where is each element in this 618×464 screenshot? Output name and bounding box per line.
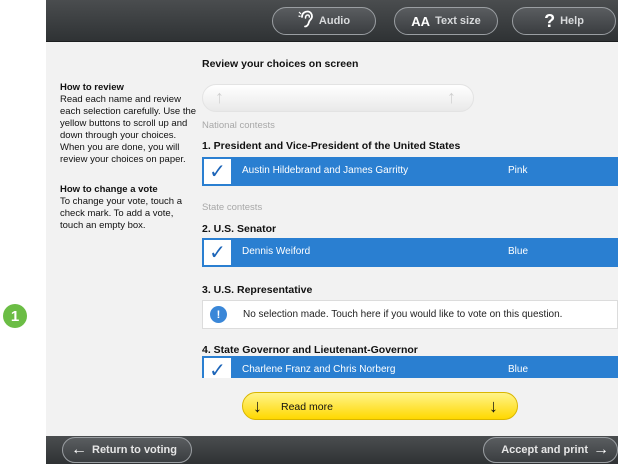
text-size-button[interactable]: AA Text size <box>394 7 498 35</box>
top-toolbar: Audio AA Text size ? Help <box>46 0 618 42</box>
party-name: Blue <box>508 364 529 375</box>
change-heading: How to change a vote <box>60 184 158 195</box>
no-selection-text: No selection made. Touch here if you wou… <box>243 309 563 320</box>
info-icon: ! <box>210 306 227 323</box>
check-mark-icon[interactable]: ✓ <box>204 159 231 184</box>
arrow-up-icon: ↑ <box>215 87 224 107</box>
text-size-label: Text size <box>435 15 481 27</box>
contest-title: 3. U.S. Representative <box>202 284 313 296</box>
help-button[interactable]: ? Help <box>512 7 616 35</box>
review-panel: Review your choices on screen ↑ ↑ Nation… <box>202 42 618 462</box>
question-mark-icon: ? <box>544 10 556 31</box>
review-text: Read each name and review each selection… <box>60 94 197 165</box>
read-more-button[interactable]: ↓ Read more ↓ <box>242 392 518 420</box>
arrow-left-icon: ← <box>71 441 87 458</box>
change-text: To change your vote, touch a check mark.… <box>60 196 182 231</box>
review-heading: How to review <box>60 82 124 93</box>
help-label: Help <box>560 15 584 27</box>
return-to-voting-button[interactable]: ← Return to voting <box>62 437 192 463</box>
audio-label: Audio <box>318 15 351 27</box>
selection-row[interactable]: ✓ Austin Hildebrand and James Garritty P… <box>202 157 618 186</box>
party-name: Pink <box>508 165 528 176</box>
accept-label: Accept and print <box>501 444 588 456</box>
national-contests-label: National contests <box>202 120 275 131</box>
bottom-toolbar: ← Return to voting Accept and print → <box>46 436 618 464</box>
return-label: Return to voting <box>92 444 177 456</box>
audio-button[interactable]: Audio <box>272 7 376 35</box>
page-title: Review your choices on screen <box>202 58 359 70</box>
read-more-label: Read more <box>281 401 333 413</box>
candidate-name: Dennis Weiford <box>242 246 311 257</box>
candidate-name: Charlene Franz and Chris Norberg <box>242 364 396 375</box>
instructions-panel: How to review Read each name and review … <box>60 82 198 250</box>
partial-selection-viewport: ✓ Charlene Franz and Chris Norberg Blue <box>202 356 618 378</box>
step-number-badge: 1 <box>3 304 27 328</box>
no-selection-row[interactable]: ! No selection made. Touch here if you w… <box>202 300 618 329</box>
accept-and-print-button[interactable]: Accept and print → <box>483 437 618 463</box>
arrow-right-icon: → <box>593 441 609 458</box>
party-name: Blue <box>508 246 529 257</box>
contest-title: 2. U.S. Senator <box>202 223 277 235</box>
voting-screen: Audio AA Text size ? Help How to review … <box>46 0 618 464</box>
state-contests-label: State contests <box>202 202 263 213</box>
ear-icon <box>298 10 314 33</box>
selection-row[interactable]: ✓ Charlene Franz and Chris Norberg Blue <box>202 356 618 378</box>
check-mark-icon[interactable]: ✓ <box>204 240 231 265</box>
arrow-down-icon: ↓ <box>253 396 262 416</box>
text-size-icon: AA <box>411 13 431 29</box>
arrow-down-icon: ↓ <box>489 396 498 416</box>
scroll-up-button[interactable]: ↑ ↑ <box>202 84 474 112</box>
arrow-up-icon: ↑ <box>447 87 456 107</box>
contest-title: 1. President and Vice-President of the U… <box>202 140 461 152</box>
check-mark-icon[interactable]: ✓ <box>204 358 231 378</box>
candidate-name: Austin Hildebrand and James Garritty <box>242 165 409 176</box>
selection-row[interactable]: ✓ Dennis Weiford Blue <box>202 238 618 267</box>
contest-title: 4. State Governor and Lieutenant-Governo… <box>202 344 418 356</box>
